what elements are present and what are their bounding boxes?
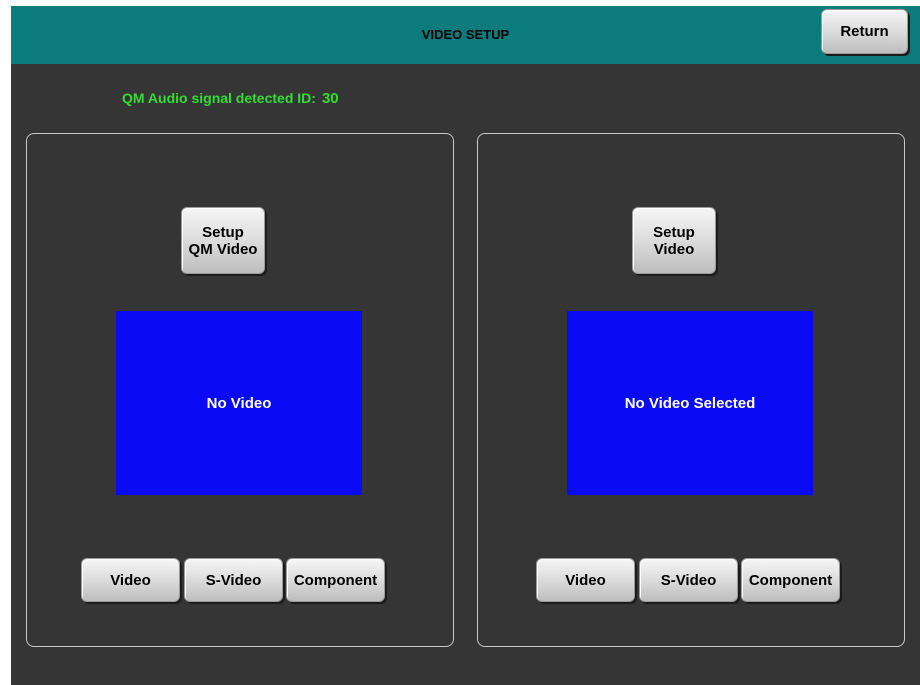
source-component-button[interactable]: Component: [741, 558, 840, 602]
setup-video-button[interactable]: Setup Video: [632, 207, 716, 274]
source-s-video-button[interactable]: S-Video: [639, 558, 738, 602]
video-setup-screen: VIDEO SETUP Return QM Audio signal detec…: [11, 6, 920, 685]
qm-video-display: No Video: [116, 311, 362, 495]
qm-source-video-button[interactable]: Video: [81, 558, 180, 602]
return-button[interactable]: Return: [821, 9, 908, 54]
audio-signal-id: 30: [321, 90, 339, 107]
qm-source-s-video-button[interactable]: S-Video: [184, 558, 283, 602]
source-video-button[interactable]: Video: [536, 558, 635, 602]
video-panel: Setup Video No Video Selected Video S-Vi…: [477, 133, 905, 647]
page-title: VIDEO SETUP: [421, 27, 510, 42]
setup-qm-video-button[interactable]: Setup QM Video: [181, 207, 265, 274]
audio-signal-status: QM Audio signal detected ID: 30: [122, 90, 339, 107]
video-display: No Video Selected: [567, 311, 813, 495]
qm-source-component-button[interactable]: Component: [286, 558, 385, 602]
audio-signal-label: QM Audio signal detected ID:: [122, 90, 316, 106]
header-bar: VIDEO SETUP Return: [11, 6, 920, 64]
qm-video-panel: Setup QM Video No Video Video S-Video Co…: [26, 133, 454, 647]
